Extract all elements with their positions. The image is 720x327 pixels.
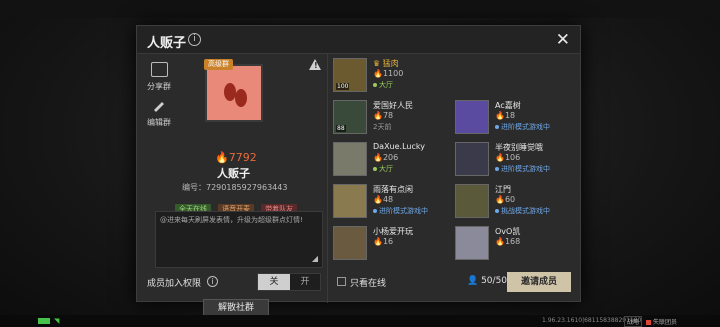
top-background — [0, 0, 720, 18]
edit-group-button[interactable]: 编辑群 — [145, 98, 173, 128]
member-score: 🔥78 — [373, 111, 394, 120]
permission-info-icon[interactable]: i — [207, 276, 218, 287]
member-status: 大厅 — [373, 164, 393, 174]
member-card[interactable]: DaXue.Lucky 🔥206 大厅 — [333, 142, 451, 180]
member-status: 2天前 — [373, 123, 392, 131]
lost-contact-label: 失联团员 — [653, 319, 678, 326]
member-name: 雨落有点闲 — [373, 185, 413, 194]
status-dot-icon — [373, 167, 377, 171]
toggle-off-option[interactable]: 关 — [258, 274, 290, 290]
share-icon — [150, 62, 168, 77]
member-status: 进阶模式游戏中 — [373, 206, 428, 216]
member-count-value: 50/50 — [481, 276, 508, 286]
panel-title: 人贩子 — [147, 36, 187, 51]
share-group-label: 分享群 — [147, 82, 171, 91]
group-score-value: 7792 — [228, 151, 257, 164]
member-avatar[interactable]: 88 — [333, 100, 367, 134]
member-avatar[interactable] — [333, 184, 367, 218]
member-name: ♛ 猛肉 — [373, 59, 399, 68]
member-count: 👤 50/50 — [467, 276, 508, 286]
member-name: OvO凯 — [495, 227, 521, 236]
member-name: DaXue.Lucky — [373, 142, 425, 151]
member-card[interactable]: 小杨爱开玩 🔥16 — [333, 226, 451, 264]
member-score: 🔥106 — [495, 153, 521, 162]
group-notice-text: @进来每天刷屏发表情，升级为超级群点灯情! — [160, 216, 303, 224]
battery-icon — [38, 318, 50, 324]
member-name: 爱国好人民 — [373, 101, 413, 110]
member-avatar[interactable] — [333, 226, 367, 260]
info-icon[interactable]: i — [188, 33, 201, 46]
lost-contact-indicator: 失联团员 — [646, 317, 677, 326]
toggle-on-option[interactable]: 开 — [290, 274, 320, 290]
online-only-checkbox[interactable] — [337, 277, 346, 286]
member-avatar[interactable] — [333, 142, 367, 176]
member-score: 🔥1100 — [373, 69, 404, 78]
join-permission-label: 成员加入权限 — [147, 279, 202, 289]
status-dot-icon — [373, 209, 377, 213]
member-status: 大厅 — [373, 80, 393, 90]
member-list: 100 ♛ 猛肉 🔥1100 大厅 88 爱国好人民 🔥78 2天前 Ac嘉树 🔥18 进阶模式游戏… — [333, 58, 577, 266]
member-card[interactable]: 100 ♛ 猛肉 🔥1100 大厅 — [333, 58, 451, 96]
member-avatar[interactable] — [455, 142, 489, 176]
edit-group-label: 编辑群 — [147, 118, 171, 127]
member-name: 小杨爱开玩 — [373, 227, 413, 236]
member-card[interactable]: 88 爱国好人民 🔥78 2天前 — [333, 100, 451, 138]
member-score: 🔥18 — [495, 111, 516, 120]
group-id: 编号：7290185927963443 — [182, 183, 288, 192]
group-panel: 人贩子 i ✕ 分享群 编辑群 高级群 ! 🔥7792 人贩子 编号：72901… — [136, 25, 581, 317]
group-info-column: 分享群 编辑群 高级群 ! 🔥7792 人贩子 编号：7290185927963… — [137, 54, 327, 317]
status-button[interactable]: 战略 — [624, 316, 643, 327]
group-name: 人贩子 — [217, 167, 250, 180]
member-name: 江門 — [495, 185, 511, 194]
report-icon[interactable]: ! — [309, 59, 321, 70]
invite-members-button[interactable]: 邀请成员 — [507, 272, 571, 292]
group-notice-box[interactable]: @进来每天刷屏发表情，升级为超级群点灯情! ◢ — [155, 211, 323, 268]
member-avatar[interactable]: 100 — [333, 58, 367, 92]
status-dot-icon — [495, 167, 499, 171]
group-level-badge: 高级群 — [204, 59, 233, 70]
device-status-bar: ◥ 1.96.23.1610|681158388291180 战略 失联团员 — [0, 315, 720, 327]
close-button[interactable]: ✕ — [556, 30, 570, 50]
member-level: 88 — [336, 125, 346, 132]
member-avatar[interactable] — [455, 100, 489, 134]
group-score: 🔥7792 — [215, 151, 257, 164]
member-status: 进阶模式游戏中 — [495, 164, 550, 174]
footprint-icon — [224, 83, 247, 107]
member-card[interactable]: 江門 🔥60 挑战模式游戏中 — [455, 184, 573, 222]
member-score: 🔥48 — [373, 195, 394, 204]
column-divider — [327, 54, 328, 303]
member-score: 🔥60 — [495, 195, 516, 204]
panel-header: 人贩子 i ✕ — [137, 26, 580, 54]
share-group-button[interactable]: 分享群 — [145, 62, 173, 92]
member-avatar[interactable] — [455, 226, 489, 260]
member-card[interactable]: 半夜别睡觉哦 🔥106 进阶模式游戏中 — [455, 142, 573, 180]
member-status: 进阶模式游戏中 — [495, 122, 550, 132]
member-status: 挑战模式游戏中 — [495, 206, 550, 216]
member-name: 半夜别睡觉哦 — [495, 143, 543, 152]
group-avatar[interactable] — [205, 64, 263, 122]
member-level: 100 — [336, 83, 350, 90]
red-flag-icon — [646, 320, 651, 325]
member-score: 🔥206 — [373, 153, 399, 162]
member-list-footer: 只看在线 👤 50/50 邀请成员 — [333, 271, 577, 295]
member-card[interactable]: OvO凯 🔥168 — [455, 226, 573, 264]
status-dot-icon — [373, 83, 377, 87]
status-dot-icon — [495, 209, 499, 213]
status-dot-icon — [495, 125, 499, 129]
edit-notice-icon[interactable]: ◢ — [312, 254, 318, 264]
member-avatar[interactable] — [455, 184, 489, 218]
edit-icon — [151, 98, 168, 113]
member-name: Ac嘉树 — [495, 101, 521, 110]
online-only-label[interactable]: 只看在线 — [350, 276, 386, 289]
member-card[interactable]: 雨落有点闲 🔥48 进阶模式游戏中 — [333, 184, 451, 222]
game-screen: 人贩子 i ✕ 分享群 编辑群 高级群 ! 🔥7792 人贩子 编号：72901… — [0, 0, 720, 327]
join-permission-row: 成员加入权限 i 关 开 — [147, 273, 327, 291]
member-score: 🔥168 — [495, 237, 521, 246]
join-permission-toggle[interactable]: 关 开 — [257, 273, 321, 291]
member-score: 🔥16 — [373, 237, 394, 246]
member-card[interactable]: Ac嘉树 🔥18 进阶模式游戏中 — [455, 100, 573, 138]
wifi-icon: ◥ — [54, 317, 60, 325]
